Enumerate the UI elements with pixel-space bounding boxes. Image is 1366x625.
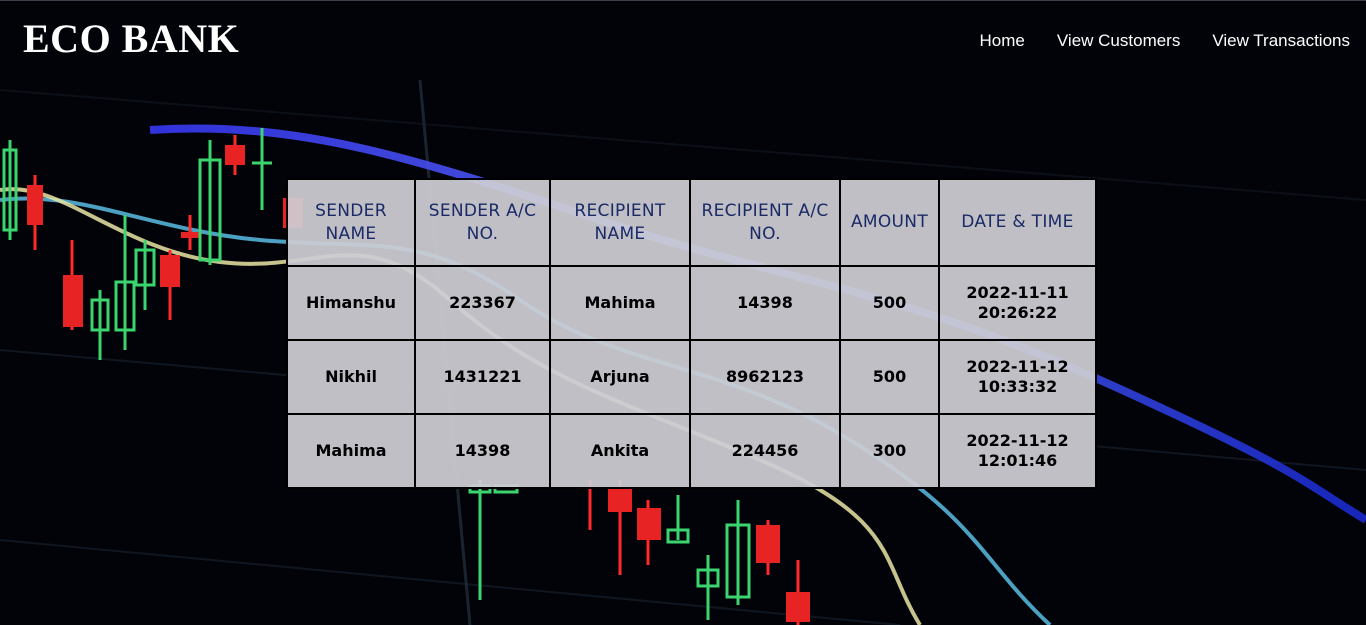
cell-sender-account: 223367 — [414, 265, 551, 341]
table-row: Nikhil 1431221 Arjuna 8962123 500 2022-1… — [286, 339, 1097, 415]
header-amount: AMOUNT — [839, 178, 940, 267]
header-recipient-name: RECIPIENT NAME — [549, 178, 691, 267]
cell-recipient-name: Mahima — [549, 265, 691, 341]
table-row: Himanshu 223367 Mahima 14398 500 2022-11… — [286, 265, 1097, 341]
cell-sender-name: Nikhil — [286, 339, 416, 415]
header-recipient-account: RECIPIENT A/C NO. — [689, 178, 841, 267]
cell-sender-account: 14398 — [414, 413, 551, 489]
cell-recipient-name: Ankita — [549, 413, 691, 489]
nav-link-view-customers[interactable]: View Customers — [1057, 31, 1180, 51]
header-sender-account: SENDER A/C NO. — [414, 178, 551, 267]
navbar: ECO BANK Home View Customers View Transa… — [0, 0, 1366, 80]
transactions-table: SENDER NAME SENDER A/C NO. RECIPIENT NAM… — [286, 178, 1097, 489]
cell-sender-name: Mahima — [286, 413, 416, 489]
cell-amount: 500 — [839, 339, 940, 415]
table-header-row: SENDER NAME SENDER A/C NO. RECIPIENT NAM… — [286, 178, 1097, 267]
cell-recipient-account: 8962123 — [689, 339, 841, 415]
cell-sender-account: 1431221 — [414, 339, 551, 415]
cell-recipient-account: 14398 — [689, 265, 841, 341]
cell-recipient-name: Arjuna — [549, 339, 691, 415]
brand-logo[interactable]: ECO BANK — [23, 15, 239, 62]
cell-amount: 500 — [839, 265, 940, 341]
nav-link-home[interactable]: Home — [980, 31, 1025, 51]
header-date-time: DATE & TIME — [938, 178, 1097, 267]
header-sender-name: SENDER NAME — [286, 178, 416, 267]
transactions-table-container: SENDER NAME SENDER A/C NO. RECIPIENT NAM… — [286, 178, 1097, 489]
nav-links: Home View Customers View Transactions — [980, 31, 1350, 51]
cell-sender-name: Himanshu — [286, 265, 416, 341]
cell-recipient-account: 224456 — [689, 413, 841, 489]
cell-amount: 300 — [839, 413, 940, 489]
nav-link-view-transactions[interactable]: View Transactions — [1212, 31, 1350, 51]
table-row: Mahima 14398 Ankita 224456 300 2022-11-1… — [286, 413, 1097, 489]
cell-date-time: 2022-11-12 12:01:46 — [938, 413, 1097, 489]
cell-date-time: 2022-11-11 20:26:22 — [938, 265, 1097, 341]
cell-date-time: 2022-11-12 10:33:32 — [938, 339, 1097, 415]
